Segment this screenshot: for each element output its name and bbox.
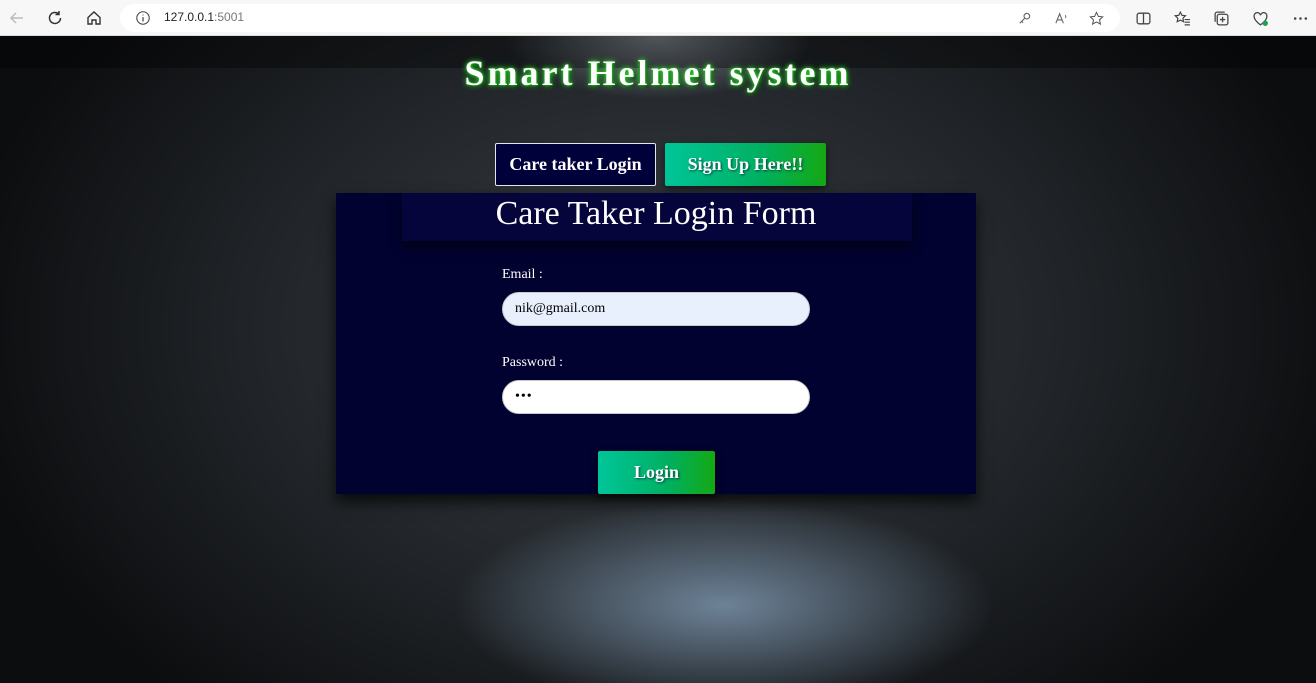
collections-icon[interactable] [1211, 8, 1231, 28]
address-bar[interactable]: 127.0.0.1:5001 [120, 4, 1120, 32]
more-icon[interactable] [1290, 8, 1310, 28]
read-aloud-icon[interactable] [1052, 9, 1070, 27]
email-field[interactable]: nik@gmail.com [502, 292, 810, 326]
back-icon[interactable] [5, 6, 29, 30]
email-label: Email : [502, 267, 543, 282]
caretaker-login-button[interactable]: Care taker Login [495, 143, 656, 186]
info-icon[interactable] [134, 9, 152, 27]
login-button[interactable]: Login [598, 451, 715, 494]
signup-button[interactable]: Sign Up Here!! [665, 143, 826, 186]
form-title: Care Taker Login Form [495, 195, 817, 232]
page-viewport: Smart Helmet system Care taker Login Sig… [0, 36, 1316, 683]
url-host: 127.0.0.1 [164, 10, 215, 24]
url-port: :5001 [214, 10, 245, 24]
password-field[interactable]: ••• [502, 380, 810, 414]
home-icon[interactable] [82, 6, 106, 30]
split-screen-icon[interactable] [1133, 8, 1153, 28]
favorites-icon[interactable] [1172, 8, 1192, 28]
browser-toolbar: 127.0.0.1:5001 [0, 0, 1316, 36]
login-form: Care Taker Login Form Email : nik@gmail.… [336, 193, 976, 494]
site-title: Smart Helmet system [464, 53, 852, 93]
password-label: Password : [502, 355, 564, 370]
url-text[interactable]: 127.0.0.1:5001 [164, 10, 244, 24]
refresh-icon[interactable] [43, 6, 67, 30]
browser-essentials-icon[interactable] [1250, 8, 1270, 28]
key-icon[interactable] [1015, 9, 1033, 27]
favorite-star-icon[interactable] [1087, 9, 1105, 27]
